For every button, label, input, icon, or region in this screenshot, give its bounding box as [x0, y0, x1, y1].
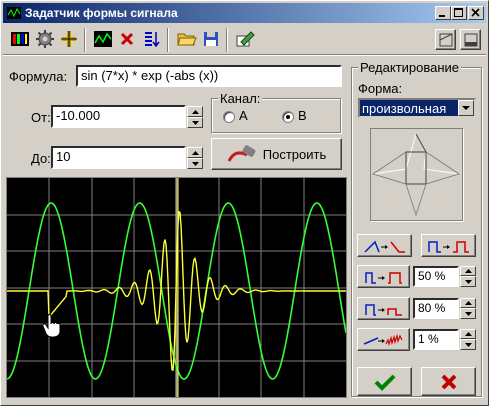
- graph-button[interactable]: [92, 28, 114, 50]
- maximize-button[interactable]: [451, 6, 467, 20]
- crosshair-icon: [61, 31, 77, 47]
- down-arrow-icon: [191, 120, 199, 125]
- channel-b-radio[interactable]: [282, 111, 294, 123]
- delete-icon: [120, 32, 134, 46]
- down-arrow-icon: [464, 342, 472, 347]
- from-input[interactable]: -10.000: [51, 105, 186, 128]
- window-icon: [464, 33, 477, 46]
- noise-spin-up[interactable]: [460, 329, 476, 339]
- ramp-up-icon: [363, 240, 405, 253]
- signal-plot-canvas: [6, 178, 347, 397]
- open-button[interactable]: [176, 28, 198, 50]
- amplitude-input[interactable]: 80 %: [413, 298, 459, 319]
- cancel-button[interactable]: [421, 367, 476, 396]
- hand-cursor-icon: [43, 314, 61, 338]
- ok-button[interactable]: [357, 367, 412, 396]
- up-arrow-icon: [191, 150, 199, 155]
- check-icon: [374, 374, 395, 391]
- noise-button[interactable]: [357, 328, 410, 351]
- formula-label: Формула:: [9, 69, 68, 84]
- window-title: Задатчик формы сигнала: [25, 6, 178, 20]
- signal-shape-window: Задатчик формы сигнала Формула: sin (7*x…: [0, 0, 489, 406]
- star-shape-icon: [371, 132, 461, 217]
- build-button[interactable]: Построить: [211, 138, 342, 170]
- shape-dropdown-value: произвольная: [362, 101, 447, 116]
- minimize-button[interactable]: [435, 6, 451, 20]
- from-spin-down[interactable]: [187, 117, 203, 128]
- title-bar[interactable]: Задатчик формы сигнала: [3, 3, 486, 23]
- to-input[interactable]: 10: [51, 146, 186, 169]
- to-label: До:: [31, 151, 51, 166]
- up-arrow-icon: [191, 109, 199, 114]
- channel-a-radio[interactable]: [223, 111, 235, 123]
- close-icon: [471, 8, 480, 17]
- gear-button[interactable]: [34, 28, 56, 50]
- pulse-button[interactable]: [421, 234, 476, 257]
- duty-cycle-icon: [364, 271, 402, 284]
- gear-icon: [36, 30, 54, 48]
- help-button[interactable]: [460, 29, 481, 50]
- build-button-label: Построить: [262, 146, 327, 162]
- up-arrow-icon: [464, 269, 472, 273]
- down-arrow-icon: [464, 311, 472, 316]
- signal-plot[interactable]: [6, 177, 347, 398]
- shape-preview: [370, 128, 463, 221]
- sort-icon: [145, 32, 160, 48]
- toolbar-separator: [84, 28, 86, 52]
- noise-spin-down[interactable]: [460, 339, 476, 350]
- brush-icon: [227, 145, 256, 162]
- duty-cycle-button[interactable]: [357, 265, 410, 288]
- toolbar-separator: [167, 28, 169, 52]
- ramp-up-button[interactable]: [357, 234, 412, 257]
- chevron-down-icon: [462, 106, 470, 110]
- duty-cycle-input[interactable]: 50 %: [413, 266, 459, 287]
- color-bars-icon: [11, 32, 29, 46]
- color-bars-button[interactable]: [9, 28, 31, 50]
- toolbar-separator: [226, 28, 228, 52]
- up-arrow-icon: [464, 332, 472, 336]
- noise-icon: [363, 333, 403, 346]
- minimize-icon: [439, 15, 445, 17]
- edit-icon: [236, 31, 255, 47]
- to-spin-down[interactable]: [187, 158, 203, 169]
- from-spin-up[interactable]: [187, 106, 203, 117]
- close-button[interactable]: [468, 6, 484, 20]
- maximize-icon: [454, 8, 463, 17]
- noise-input[interactable]: 1 %: [413, 329, 459, 350]
- amplitude-button[interactable]: [357, 297, 410, 320]
- amplitude-spin-down[interactable]: [460, 308, 476, 319]
- down-arrow-icon: [191, 161, 199, 166]
- open-folder-icon: [177, 33, 197, 46]
- up-arrow-icon: [464, 301, 472, 305]
- down-arrow-icon: [464, 279, 472, 284]
- save-button[interactable]: [200, 28, 222, 50]
- graph-icon: [94, 31, 112, 47]
- shape-dropdown[interactable]: произвольная: [358, 98, 476, 118]
- channel-b-label[interactable]: B: [298, 108, 307, 123]
- pulse-icon: [427, 240, 469, 253]
- edit-button[interactable]: [234, 28, 256, 50]
- crosshair-button[interactable]: [58, 28, 80, 50]
- sort-button[interactable]: [141, 28, 163, 50]
- duty-cycle-spin-up[interactable]: [460, 266, 476, 276]
- formula-input[interactable]: sin (7*x) * exp (-abs (x)): [76, 65, 342, 87]
- restore-layout-button[interactable]: [435, 29, 456, 50]
- layout-icon: [439, 33, 452, 46]
- dropdown-button[interactable]: [458, 100, 474, 116]
- app-icon: [6, 5, 22, 21]
- channel-label: Канал:: [218, 91, 263, 106]
- editing-group-label: Редактирование: [358, 60, 462, 75]
- from-label: От:: [31, 110, 51, 125]
- amplitude-icon: [364, 303, 402, 316]
- to-spin-up[interactable]: [187, 147, 203, 158]
- toolbar-divider: [3, 54, 486, 56]
- amplitude-spin-up[interactable]: [460, 298, 476, 308]
- duty-cycle-spin-down[interactable]: [460, 276, 476, 287]
- delete-button[interactable]: [116, 28, 138, 50]
- x-icon: [441, 374, 456, 389]
- save-icon: [204, 32, 218, 46]
- shape-label: Форма:: [358, 81, 403, 96]
- channel-a-label[interactable]: A: [239, 108, 248, 123]
